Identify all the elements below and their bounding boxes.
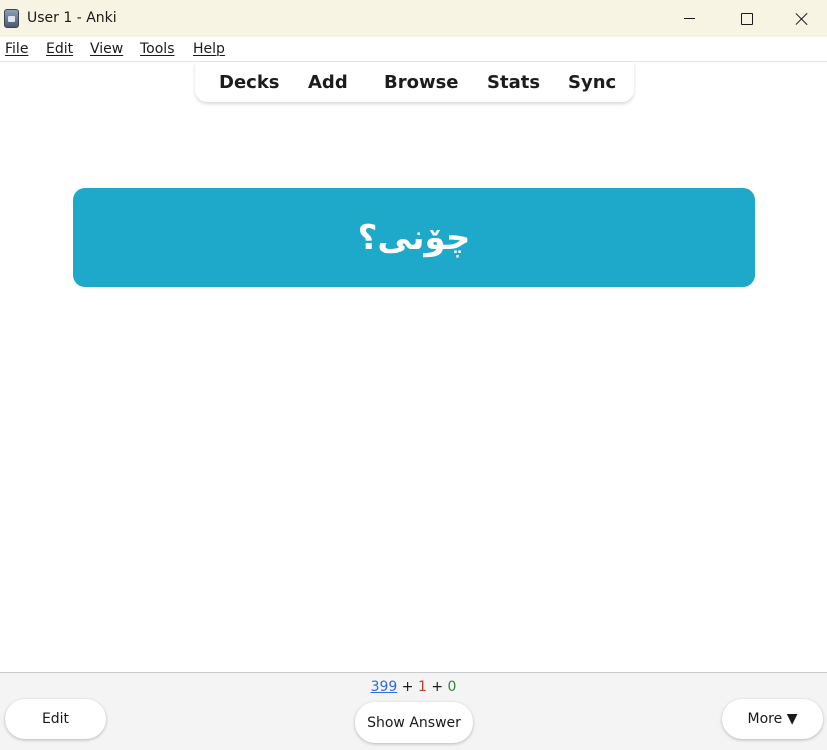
count-separator: + [401, 679, 414, 695]
due-counts: 399 + 1 + 0 [0, 679, 827, 695]
review-count: 0 [447, 679, 457, 695]
question-text: چۆنی؟ [357, 217, 471, 258]
minimize-icon [683, 18, 695, 19]
toolbar-add-link[interactable]: Add [308, 72, 348, 93]
maximize-icon [741, 12, 753, 25]
menu-tools[interactable]: Tools [140, 41, 175, 57]
toolbar-decks-link[interactable]: Decks [219, 72, 280, 93]
toolbar-stats-link[interactable]: Stats [487, 72, 540, 93]
anki-window: User 1 - Anki File Edit View Tools Help … [0, 0, 827, 750]
more-button[interactable]: More ▼ [722, 699, 823, 739]
edit-button[interactable]: Edit [5, 699, 106, 739]
title-bar[interactable]: User 1 - Anki [0, 0, 827, 37]
minimize-button[interactable] [660, 0, 718, 37]
menu-edit[interactable]: Edit [46, 41, 73, 57]
review-bottom-bar: 399 + 1 + 0 Edit Show Answer More ▼ [0, 672, 827, 750]
show-answer-button[interactable]: Show Answer [355, 702, 473, 743]
learn-count: 1 [417, 679, 427, 695]
anki-icon [4, 9, 19, 28]
close-icon [795, 12, 809, 26]
toolbar-sync-link[interactable]: Sync [568, 72, 616, 93]
menu-view[interactable]: View [90, 41, 123, 57]
menu-file[interactable]: File [5, 41, 28, 57]
count-separator: + [431, 679, 444, 695]
menu-bar: File Edit View Tools Help [0, 37, 827, 62]
toolbar-browse-link[interactable]: Browse [384, 72, 459, 93]
close-button[interactable] [776, 0, 827, 37]
new-count[interactable]: 399 [371, 679, 398, 695]
flashcard-question: چۆنی؟ [73, 188, 755, 287]
window-title: User 1 - Anki [27, 10, 117, 26]
main-toolbar: Decks Add Browse Stats Sync [195, 62, 634, 102]
maximize-button[interactable] [718, 0, 776, 37]
menu-help[interactable]: Help [193, 41, 225, 57]
